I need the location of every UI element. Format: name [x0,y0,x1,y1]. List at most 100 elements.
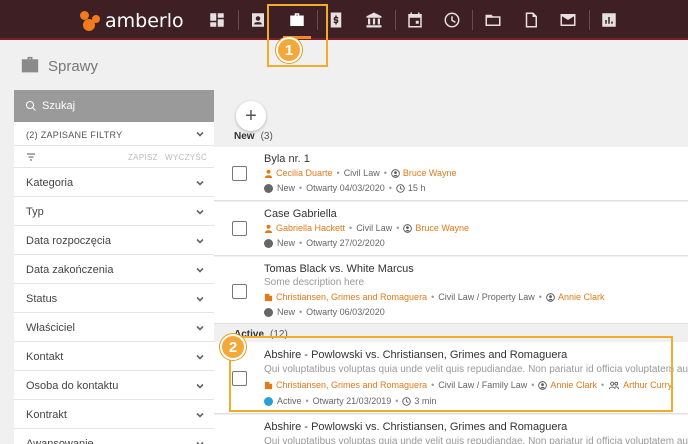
status-label: New [277,307,296,317]
filter-label: Data rozpoczęcia [26,235,111,247]
filter-row[interactable]: Kontakt [14,342,214,371]
status-label: New [277,183,296,193]
group-header-new: New (3) [234,131,273,142]
clear-filters-button[interactable]: WYCZYŚĆ [165,153,207,162]
calendar-icon[interactable] [403,8,427,32]
matter-card[interactable]: Abshire - Powlowski vs. Christiansen, Gr… [214,415,688,444]
top-navigation-bar: amberlo [0,0,688,40]
filter-label: Kategoria [26,177,74,189]
category: Civil Law [343,168,380,178]
matter-title[interactable]: Case Gabriella [264,208,337,220]
opened-date: Otwarty 06/03/2020 [306,307,385,317]
dashboard-icon[interactable] [205,8,229,32]
filter-toolbar: ZAPISZ WYCZYŚĆ [14,146,214,168]
filter-sidebar: Szukaj (2) ZAPISANE FILTRY ZAPISZ WYCZYŚ… [14,90,214,444]
clock-icon [396,183,405,193]
mail-icon[interactable] [556,8,580,32]
status-new-dot [264,183,273,193]
filter-label: Data zakończenia [26,264,114,276]
opened-date: Otwarty 04/03/2020 [306,183,385,193]
filter-label: Status [26,293,58,305]
filter-label: Właściciel [26,322,75,334]
category: Civil Law [356,223,393,233]
matter-status-row: New • Otwarty 06/03/2020 [264,307,385,317]
reports-icon[interactable] [597,8,621,32]
app-root: amberlo Sprawy Szukaj (2) ZAPISANE FILTR… [0,0,688,444]
logo-mark-icon [80,11,102,31]
select-checkbox[interactable] [232,221,247,236]
status-new-dot [264,238,273,248]
owner-link[interactable]: Annie Clark [558,292,605,302]
filter-icon [26,152,36,162]
saved-filters-dropdown[interactable]: (2) ZAPISANE FILTRY [14,122,214,146]
briefcase-icon [20,56,40,77]
matter-title[interactable]: Abshire - Powlowski vs. Christiansen, Gr… [264,421,567,433]
chevron-down-icon [196,265,204,273]
opened-date: Otwarty 27/02/2020 [306,238,385,248]
page-header: Sprawy [0,42,688,90]
filter-label: Osoba do kontaktu [26,380,119,392]
search-input[interactable]: Szukaj [14,90,214,122]
owner-link[interactable]: Bruce Wayne [415,223,469,233]
company-icon [264,293,273,302]
filter-row[interactable]: Data rozpoczęcia [14,226,214,255]
matter-meta: Cecilia Duarte • Civil Law • Bruce Wayne [264,168,457,178]
chevron-down-icon [196,207,204,215]
group-new-count: (3) [260,131,273,142]
chevron-down-icon [196,352,204,360]
owner-link[interactable]: Bruce Wayne [403,168,457,178]
amberlo-logo[interactable]: amberlo [80,10,184,32]
filter-label: Kontakt [26,351,64,363]
logo-text: amberlo [105,10,184,32]
bank-icon[interactable] [362,8,386,32]
saved-filters-label: (2) ZAPISANE FILTRY [26,130,123,140]
search-placeholder: Szukaj [42,100,76,112]
person-icon [264,169,273,178]
chevron-down-icon [196,130,204,138]
contact-link[interactable]: Christiansen, Grimes and Romaguera [276,292,427,302]
filter-row[interactable]: Typ [14,197,214,226]
contact-link[interactable]: Cecilia Duarte [276,168,333,178]
select-checkbox[interactable] [232,166,247,181]
filter-row[interactable]: Właściciel [14,313,214,342]
filter-label: Kontrakt [26,409,67,421]
owner-icon [391,168,400,178]
filter-row[interactable]: Awansowanie [14,429,214,444]
step-badge-1: 1 [276,37,302,63]
filter-row[interactable]: Osoba do kontaktu [14,371,214,400]
status-label: New [277,238,296,248]
matter-card[interactable]: Byla nr. 1 Cecilia Duarte • Civil Law • B… [214,147,688,201]
filter-list: Kategoria Typ Data rozpoczęcia Data zakończ… [14,168,214,444]
category: Civil Law / Property Law [438,292,535,302]
matter-description: Some description here [264,277,365,288]
filter-row[interactable]: Kategoria [14,168,214,197]
status-new-dot [264,307,273,317]
documents-icon[interactable] [519,8,543,32]
time-tracking-icon[interactable] [440,8,464,32]
select-checkbox[interactable] [232,284,247,299]
owner-icon [546,292,555,302]
folder-icon[interactable] [481,8,505,32]
page-title: Sprawy [48,58,99,75]
highlight-box-2 [229,336,673,412]
add-matter-button[interactable]: + [236,101,266,131]
owner-icon [403,223,413,233]
chevron-down-icon [196,381,204,389]
filter-row[interactable]: Status [14,284,214,313]
save-filters-button[interactable]: ZAPISZ [128,153,158,162]
matter-card[interactable]: Case Gabriella Gabriella Hackett • Civil … [214,202,688,256]
filter-row[interactable]: Data zakończenia [14,255,214,284]
chevron-down-icon [196,236,204,244]
matter-title[interactable]: Byla nr. 1 [264,153,310,165]
contact-link[interactable]: Gabriella Hackett [276,223,345,233]
filter-label: Awansowanie [26,438,94,444]
filter-row[interactable]: Kontrakt [14,400,214,429]
chevron-down-icon [196,178,204,186]
filter-label: Typ [26,206,44,218]
matter-card[interactable]: Tomas Black vs. White Marcus Some descri… [214,257,688,324]
time-spent: 15 h [407,183,426,193]
matter-status-row: New • Otwarty 04/03/2020 • 15 h [264,183,425,193]
step-badge-2: 2 [220,334,246,360]
matter-title[interactable]: Tomas Black vs. White Marcus [264,263,414,275]
chevron-down-icon [196,439,204,444]
